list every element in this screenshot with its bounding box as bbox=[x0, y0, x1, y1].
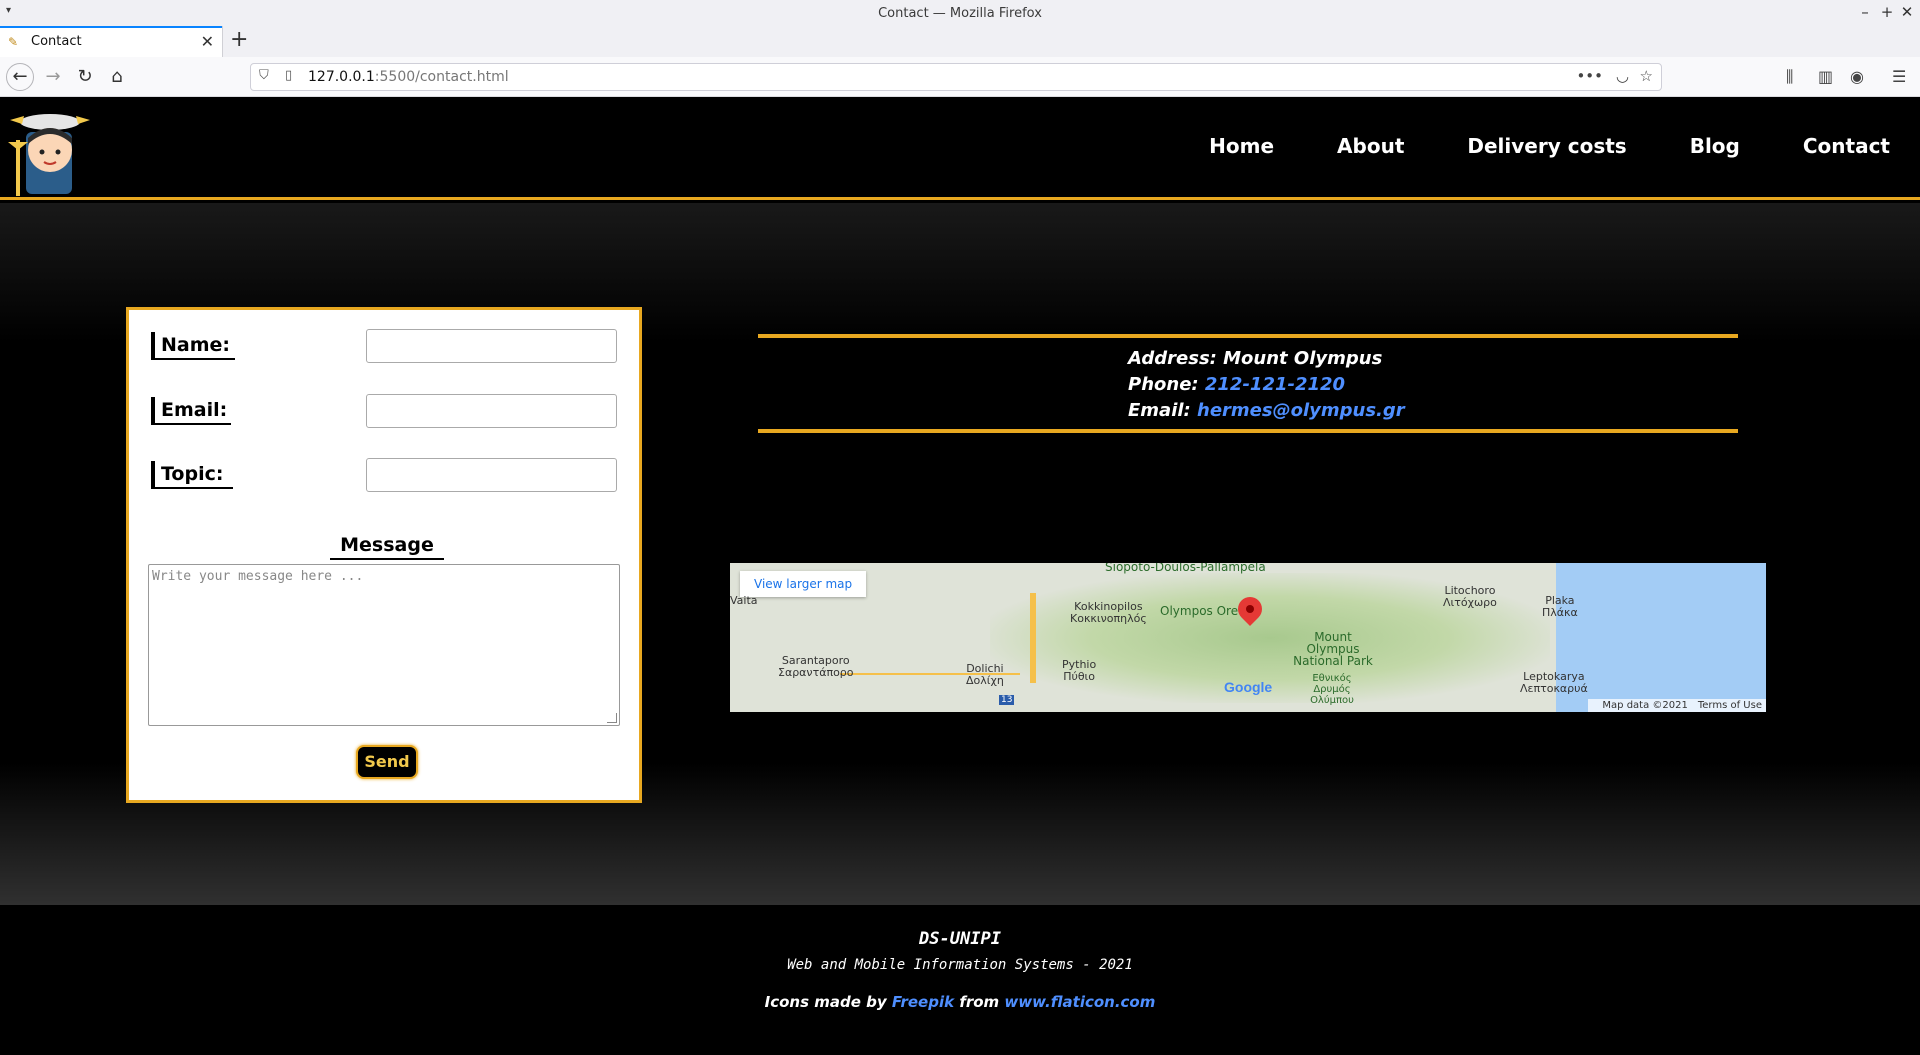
map-label-olympos-ore: Olympos Ore bbox=[1160, 604, 1239, 618]
address-value: Mount Olympus bbox=[1223, 348, 1383, 369]
message-title: Message bbox=[330, 534, 444, 560]
close-window-icon[interactable]: ✕ bbox=[1898, 3, 1916, 21]
map-attribution: Map data ©2021 Terms of Use bbox=[1588, 699, 1766, 712]
footer-brand: DS-UNIPI bbox=[919, 929, 1001, 949]
map-label-vaita: Vaita bbox=[730, 594, 758, 607]
phone-line: Phone: 212-121-2120 bbox=[1128, 374, 1346, 395]
forward-icon[interactable]: → bbox=[40, 65, 66, 91]
map-label-litochoro: Litochoro Λιτόχωρο bbox=[1443, 584, 1497, 609]
contact-info: Address: Mount Olympus Phone: 212-121-21… bbox=[758, 334, 1738, 433]
message-placeholder: Write your message here ... bbox=[152, 569, 364, 584]
email-link[interactable]: hermes@olympus.gr bbox=[1197, 400, 1405, 421]
new-tab-icon[interactable]: + bbox=[230, 27, 248, 52]
hermes-favicon-icon: ✎ bbox=[8, 35, 19, 49]
nav-home[interactable]: Home bbox=[1209, 134, 1274, 158]
account-icon[interactable]: ◉ bbox=[1850, 67, 1864, 86]
nav-delivery-costs[interactable]: Delivery costs bbox=[1467, 134, 1626, 158]
minimize-icon[interactable]: – bbox=[1856, 3, 1874, 21]
map-label-dolichi: Dolichi Δολίχη bbox=[966, 662, 1004, 687]
map-label-sarantaporo: Sarantaporo Σαραντάπορο bbox=[778, 654, 854, 679]
page-info-icon[interactable]: ▯ bbox=[285, 68, 292, 83]
pocket-icon[interactable]: ◡ bbox=[1616, 67, 1629, 85]
google-map-embed[interactable]: View larger map Siopoto-Doulos-Pallampel… bbox=[730, 563, 1766, 712]
sidebar-icon[interactable]: ▥ bbox=[1818, 67, 1833, 86]
email-input[interactable] bbox=[366, 394, 617, 428]
close-tab-icon[interactable]: ✕ bbox=[201, 32, 214, 51]
send-button[interactable]: Send bbox=[356, 745, 418, 779]
map-terms-link[interactable]: Terms of Use bbox=[1698, 700, 1762, 711]
email-label: Email: bbox=[151, 397, 231, 425]
phone-link[interactable]: 212-121-2120 bbox=[1205, 374, 1345, 395]
topic-input[interactable] bbox=[366, 458, 617, 492]
tracking-shield-icon[interactable]: ⛉ bbox=[259, 68, 269, 83]
reload-icon[interactable]: ↻ bbox=[72, 65, 98, 91]
google-logo: Google bbox=[1224, 679, 1273, 695]
page-actions-icon[interactable]: ••• bbox=[1576, 67, 1603, 85]
tab-strip: ✎ Contact ✕ + bbox=[0, 26, 1920, 57]
main-content: Name: Email: Topic: Message Write your m… bbox=[0, 203, 1920, 905]
footer-credit: Icons made by Freepik from www.flaticon.… bbox=[764, 993, 1156, 1011]
map-label-plaka: Plaka Πλάκα bbox=[1542, 594, 1578, 619]
route-13-badge: 13 bbox=[999, 695, 1015, 705]
nav-contact[interactable]: Contact bbox=[1803, 134, 1890, 158]
back-icon[interactable]: ← bbox=[6, 63, 34, 91]
map-label-kokkinopilos: Kokkinopilos Κοκκινοπηλός bbox=[1070, 600, 1147, 625]
tab-title: Contact bbox=[31, 34, 82, 49]
site-footer: DS-UNIPI Web and Mobile Information Syst… bbox=[0, 905, 1920, 1055]
contact-form: Name: Email: Topic: Message Write your m… bbox=[126, 307, 642, 803]
url-text[interactable]: 127.0.0.1:5500/contact.html bbox=[308, 69, 509, 85]
hermes-logo-icon[interactable] bbox=[4, 102, 96, 198]
map-label-park: Mount Olympus National Park bbox=[1293, 630, 1373, 668]
library-icon[interactable]: ⫼ bbox=[1786, 67, 1793, 87]
map-data-text: Map data ©2021 bbox=[1602, 700, 1688, 711]
map-label-park-gr: Εθνικός Δρυμός Ολύμπου bbox=[1310, 673, 1354, 706]
map-road bbox=[1030, 593, 1036, 683]
topic-label: Topic: bbox=[151, 461, 233, 489]
window-title: Contact — Mozilla Firefox bbox=[878, 6, 1042, 21]
footer-subtitle: Web and Mobile Information Systems - 202… bbox=[787, 957, 1133, 973]
message-textarea[interactable]: Write your message here ... bbox=[148, 564, 620, 726]
navigation-toolbar: ← → ↻ ⌂ ⛉ ▯ 127.0.0.1:5500/contact.html … bbox=[0, 57, 1920, 97]
view-larger-map-link[interactable]: View larger map bbox=[740, 571, 867, 597]
flaticon-link[interactable]: www.flaticon.com bbox=[1004, 993, 1155, 1011]
nav-blog[interactable]: Blog bbox=[1690, 134, 1740, 158]
url-bar[interactable]: ⛉ ▯ 127.0.0.1:5500/contact.html ••• ◡ ☆ bbox=[250, 63, 1662, 91]
site-header: Home About Delivery costs Blog Contact bbox=[0, 98, 1920, 200]
app-menu-icon[interactable]: ☰ bbox=[1892, 67, 1906, 86]
maximize-icon[interactable]: + bbox=[1878, 3, 1896, 21]
tab-contact[interactable]: ✎ Contact ✕ bbox=[0, 26, 222, 57]
name-label: Name: bbox=[151, 332, 235, 360]
resize-grip-icon[interactable] bbox=[607, 713, 617, 723]
map-label-siopoto: Siopoto-Doulos-Pallampela bbox=[1105, 563, 1266, 574]
map-label-leptokarya: Leptokarya Λεπτοκαρυά bbox=[1520, 670, 1588, 695]
window-titlebar: ▾ Contact — Mozilla Firefox – + ✕ bbox=[0, 0, 1920, 26]
name-input[interactable] bbox=[366, 329, 617, 363]
map-label-pythio: Pythio Πύθιο bbox=[1062, 658, 1097, 683]
nav-about[interactable]: About bbox=[1337, 134, 1404, 158]
email-line: Email: hermes@olympus.gr bbox=[1128, 400, 1405, 421]
home-icon[interactable]: ⌂ bbox=[104, 65, 130, 91]
main-nav: Home About Delivery costs Blog Contact bbox=[1209, 134, 1920, 158]
freepik-link[interactable]: Freepik bbox=[892, 993, 954, 1011]
address-line: Address: Mount Olympus bbox=[1128, 348, 1383, 369]
bookmark-star-icon[interactable]: ☆ bbox=[1640, 67, 1653, 85]
